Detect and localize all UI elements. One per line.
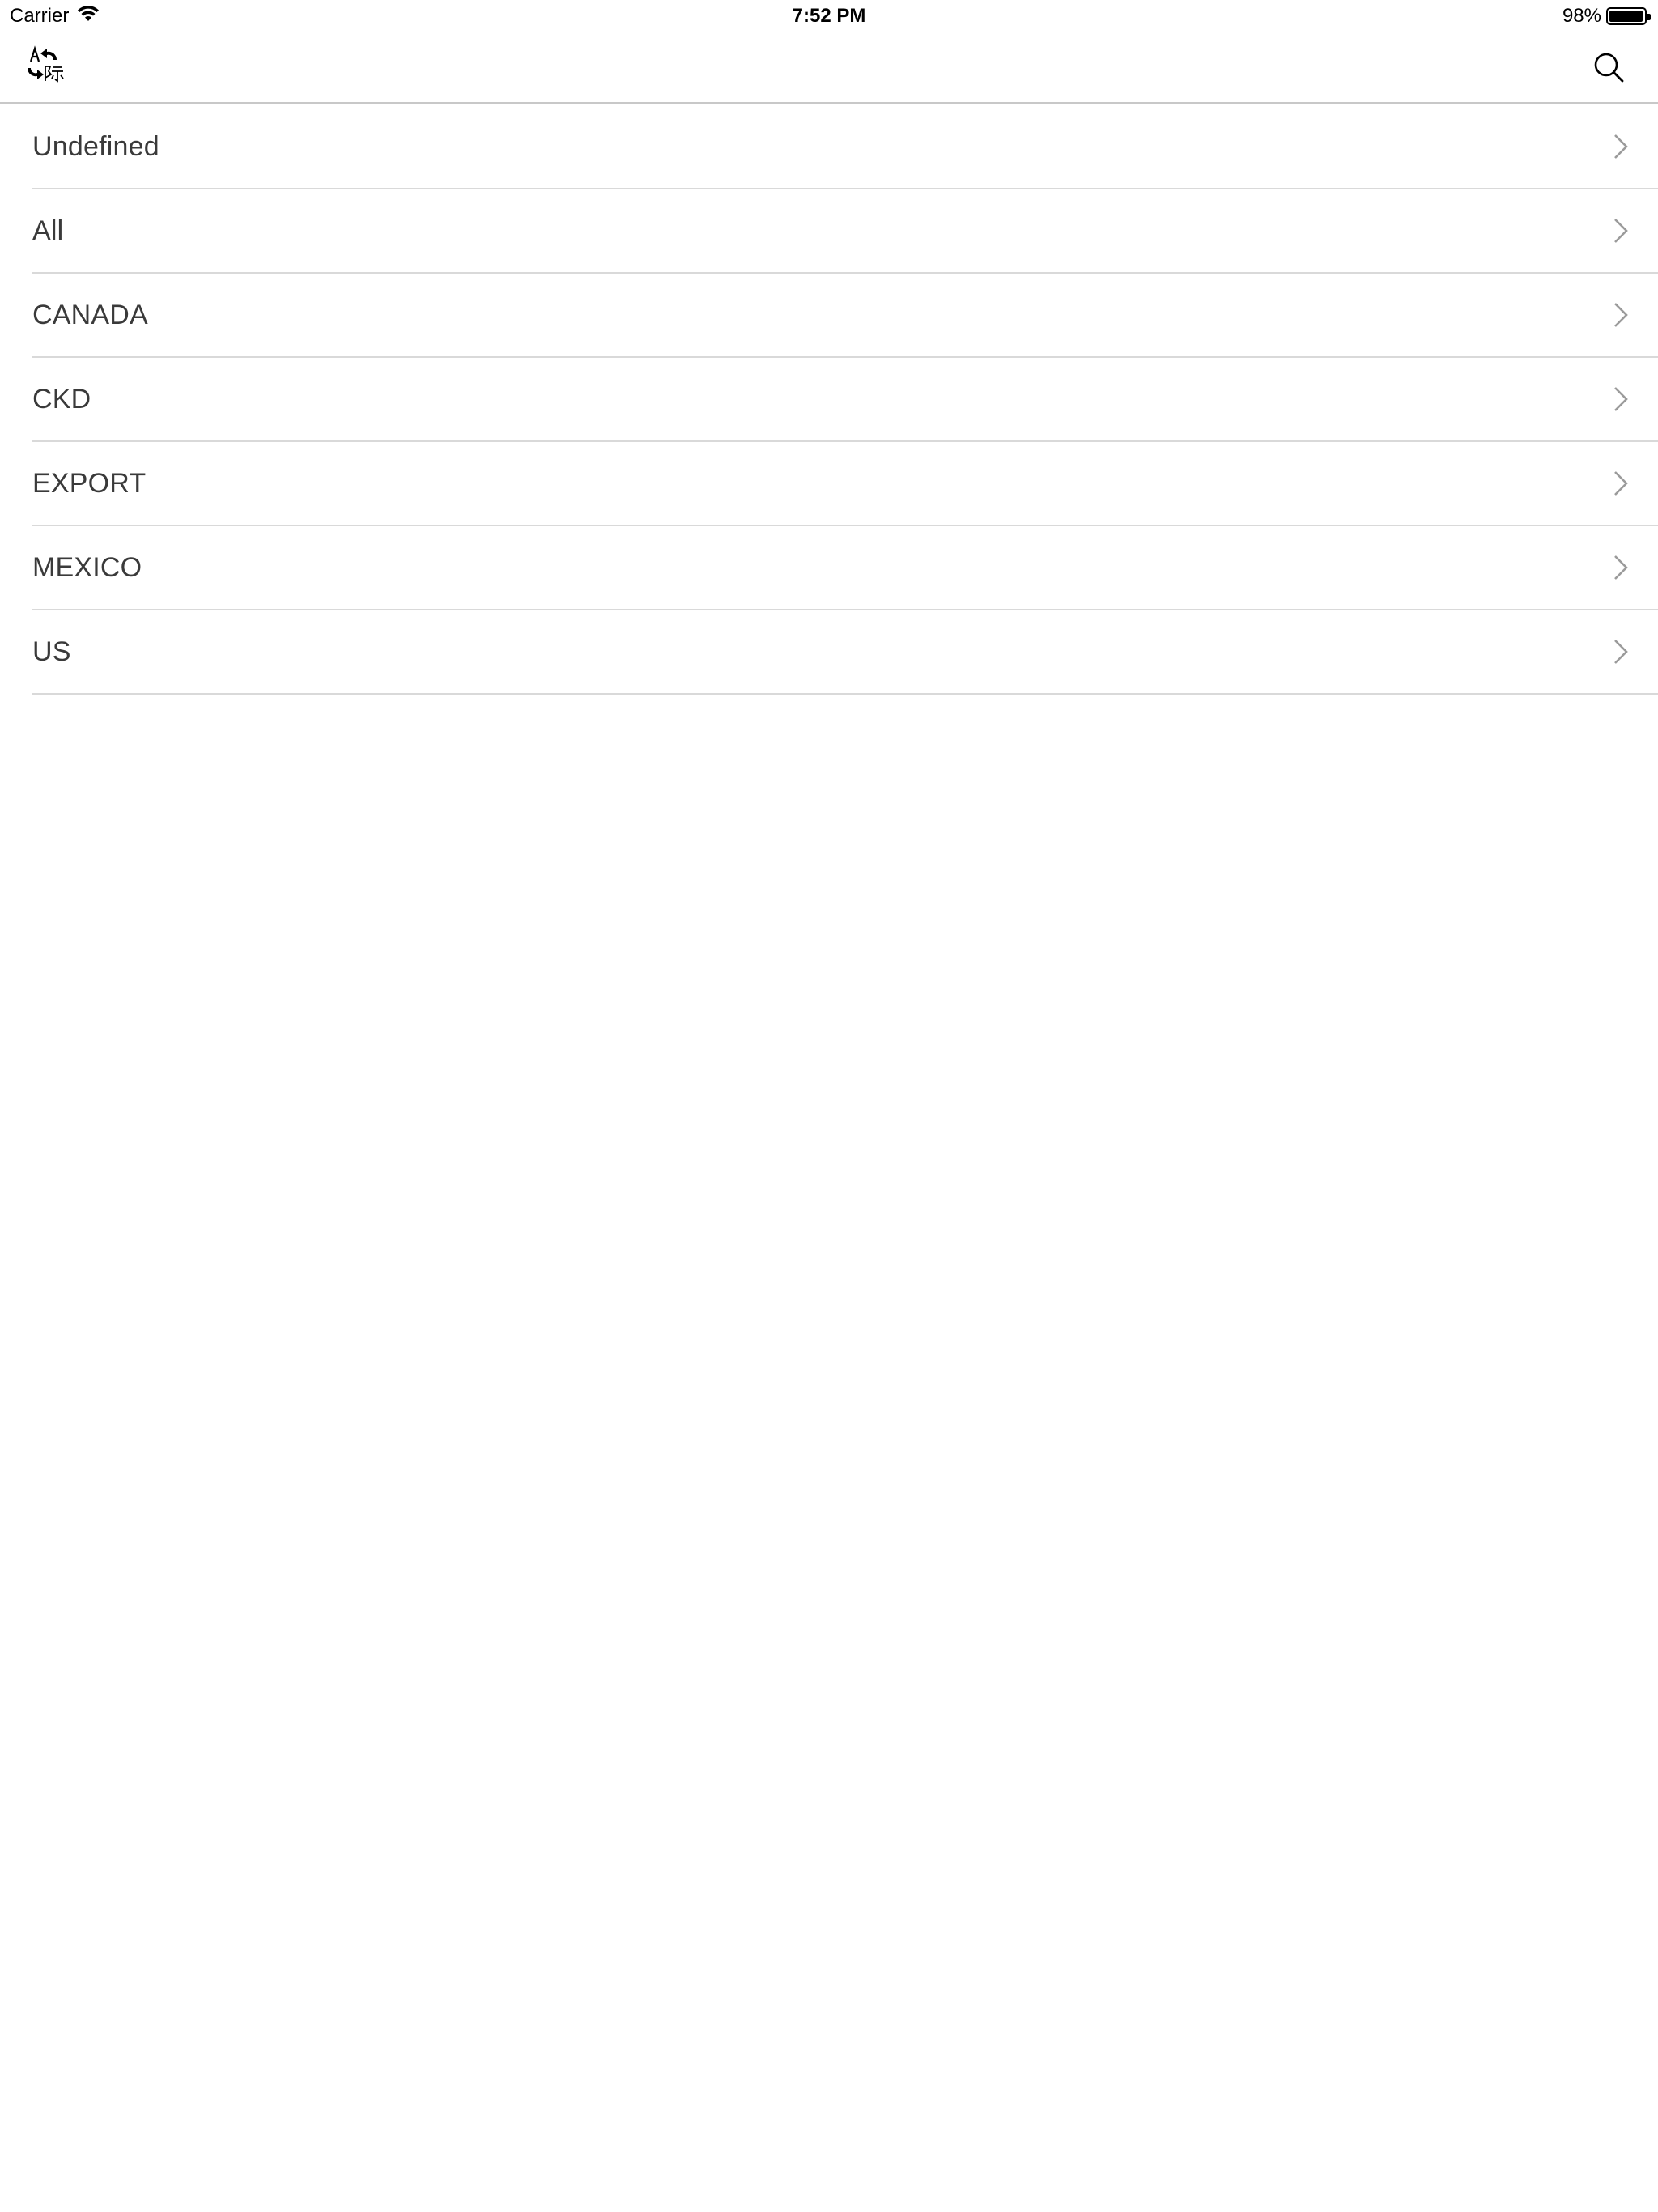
list-item-undefined[interactable]: Undefined — [32, 105, 1658, 189]
search-button[interactable] — [1590, 49, 1629, 87]
list-item-ckd[interactable]: CKD — [32, 358, 1658, 442]
list-item-label: CKD — [32, 383, 91, 415]
list-item-label: CANADA — [32, 299, 148, 330]
category-list: Undefined All CANADA CKD EXPORT MEXICO U… — [0, 105, 1658, 695]
chevron-right-icon — [1611, 301, 1630, 329]
battery-percent: 98% — [1562, 5, 1601, 27]
chevron-right-icon — [1611, 638, 1630, 666]
list-item-mexico[interactable]: MEXICO — [32, 526, 1658, 610]
list-item-label: Undefined — [32, 130, 159, 162]
list-item-label: US — [32, 636, 71, 667]
status-time: 7:52 PM — [792, 5, 866, 27]
list-item-canada[interactable]: CANADA — [32, 274, 1658, 358]
search-icon — [1590, 53, 1629, 91]
status-right: 98% — [1562, 4, 1651, 28]
list-item-all[interactable]: All — [32, 189, 1658, 274]
battery-icon — [1606, 7, 1651, 25]
battery-fill — [1609, 11, 1643, 22]
chevron-right-icon — [1611, 554, 1630, 581]
chevron-right-icon — [1611, 385, 1630, 413]
list-item-us[interactable]: US — [32, 610, 1658, 695]
nav-bar — [0, 32, 1658, 104]
list-item-label: MEXICO — [32, 551, 142, 583]
list-item-export[interactable]: EXPORT — [32, 442, 1658, 526]
list-item-label: EXPORT — [32, 467, 147, 499]
chevron-right-icon — [1611, 217, 1630, 245]
chevron-right-icon — [1611, 470, 1630, 497]
chevron-right-icon — [1611, 133, 1630, 160]
translate-button[interactable] — [24, 42, 76, 94]
list-item-label: All — [32, 215, 64, 246]
translate-icon — [24, 45, 76, 97]
status-bar: Carrier 7:52 PM 98% — [0, 0, 1658, 32]
